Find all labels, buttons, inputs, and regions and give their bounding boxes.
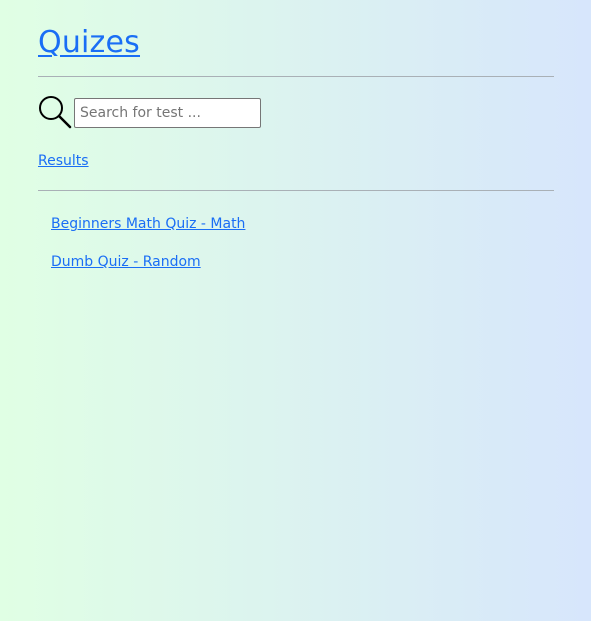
list-item: Beginners Math Quiz - Math xyxy=(51,216,245,254)
page-container: Quizes Results Beginners Math Quiz - Mat… xyxy=(38,0,554,270)
results-link[interactable]: Results xyxy=(38,153,89,169)
quiz-link-beginners-math[interactable]: Beginners Math Quiz - Math xyxy=(51,216,245,232)
list-item: Dumb Quiz - Random xyxy=(51,254,245,292)
header-divider xyxy=(38,76,554,77)
search-icon[interactable] xyxy=(38,93,72,133)
quiz-list: Beginners Math Quiz - Math Dumb Quiz - R… xyxy=(51,216,245,292)
search-input[interactable] xyxy=(74,98,261,128)
search-bar xyxy=(38,93,261,133)
page-title-link[interactable]: Quizes xyxy=(38,24,140,62)
content-divider xyxy=(38,190,554,191)
quiz-link-dumb-quiz[interactable]: Dumb Quiz - Random xyxy=(51,254,201,270)
